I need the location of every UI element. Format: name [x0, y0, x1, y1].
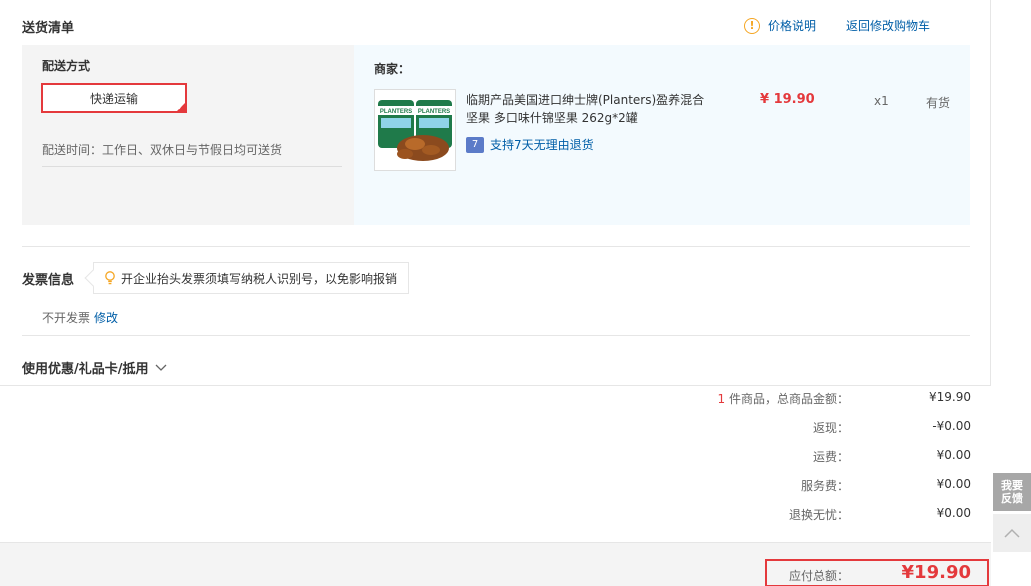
total-payable: 应付总额： ¥19.90: [765, 559, 989, 586]
feedback-label: 我要 反馈: [1001, 479, 1023, 505]
summary-worry-free-value: ¥0.00: [936, 506, 971, 520]
product-image[interactable]: PLANTERS PLANTERS: [374, 89, 456, 171]
chevron-up-icon: [1004, 528, 1020, 538]
summary-worry-free-row: 退换无忧： ¥0.00: [571, 506, 971, 526]
back-to-top-button[interactable]: [993, 514, 1031, 552]
summary-service-row: 服务费： ¥0.00: [571, 477, 971, 497]
section-divider: [22, 335, 970, 336]
goods-label-text: 件商品，总商品金额：: [728, 392, 849, 406]
product-name-link[interactable]: 临期产品美国进口绅士牌(Planters)盈养混合坚果 多口味什锦坚果 262g…: [466, 91, 716, 127]
invoice-tip: 开企业抬头发票须填写纳税人识别号，以免影响报销: [84, 262, 409, 294]
summary-shipping-value: ¥0.00: [936, 448, 971, 462]
summary-goods-row: 1 件商品，总商品金额： ¥19.90: [571, 390, 971, 410]
nut-can-icon: PLANTERS PLANTERS: [378, 100, 452, 161]
feedback-button[interactable]: 我要 反馈: [993, 473, 1031, 511]
shipping-option-express[interactable]: 快递运输 ✓: [41, 83, 187, 113]
product-image-brand: PLANTERS: [380, 109, 412, 115]
invoice-type: 不开发票: [42, 311, 91, 325]
summary-goods-value: ¥19.90: [929, 390, 971, 404]
delivery-header-links: ! 价格说明 返回修改购物车: [743, 17, 930, 34]
coupon-toggle[interactable]: 使用优惠/礼品卡/抵用: [22, 358, 167, 377]
feedback-line-1: 我要: [1001, 479, 1023, 492]
shipping-option-label: 快递运输: [89, 91, 138, 106]
invoice-value: 不开发票 修改: [42, 309, 118, 326]
check-icon: ✓: [177, 103, 184, 112]
total-label: 应付总额：: [789, 569, 850, 583]
seven-day-return-icon: 7: [466, 136, 484, 153]
summary-worry-free-label: 退换无忧：: [788, 508, 849, 522]
invoice-tip-text: 开企业抬头发票须填写纳税人识别号，以免影响报销: [121, 271, 398, 286]
summary-cashback-row: 返现： -¥0.00: [571, 419, 971, 439]
delivery-list-title: 送货清单: [22, 21, 75, 36]
return-policy: 7 支持7天无理由退货: [466, 136, 594, 153]
product-price: ¥ 19.90: [760, 92, 815, 107]
lightbulb-icon: [105, 271, 115, 285]
back-to-cart-link[interactable]: 返回修改购物车: [846, 17, 930, 34]
goods-count: 1: [717, 392, 726, 406]
feedback-line-2: 反馈: [1001, 492, 1023, 505]
invoice-title: 发票信息: [22, 273, 75, 288]
product-section: 商家： PLANTERS PLANTERS 临期产品美国进口绅士牌(Plante…: [354, 45, 970, 225]
return-policy-label: 支持7天无理由退货: [490, 138, 594, 152]
shipping-method-section: 配送方式 快递运输 ✓ 配送时间：工作日、双休日与节假日均可送货: [22, 45, 354, 225]
tip-arrow: [84, 269, 102, 287]
section-divider: [22, 246, 970, 247]
shipping-method-label: 配送方式: [42, 59, 91, 73]
total-value: ¥19.90: [901, 562, 971, 583]
summary-shipping-row: 运费： ¥0.00: [571, 448, 971, 468]
price-note-link[interactable]: 价格说明: [768, 17, 816, 34]
summary-cashback-label: 返现：: [812, 421, 849, 435]
invoice-edit-link[interactable]: 修改: [94, 311, 118, 325]
chevron-down-icon: [155, 364, 166, 371]
order-panel: 送货清单 ! 价格说明 返回修改购物车 配送方式 快递运输 ✓ 配送时间：工作日…: [0, 0, 991, 386]
delivery-box: 配送方式 快递运输 ✓ 配送时间：工作日、双休日与节假日均可送货 商家： PLA…: [22, 45, 970, 225]
info-icon: !: [743, 17, 760, 34]
summary-cashback-value: -¥0.00: [932, 419, 971, 433]
ship-time-text: 配送时间：工作日、双休日与节假日均可送货: [42, 141, 342, 167]
summary-service-value: ¥0.00: [936, 477, 971, 491]
coupon-label: 使用优惠/礼品卡/抵用: [22, 362, 149, 377]
product-quantity: x1: [874, 94, 889, 108]
summary-goods-label: 1 件商品，总商品金额：: [718, 390, 849, 407]
merchant-label: 商家：: [374, 62, 411, 76]
product-stock-status: 有货: [926, 96, 951, 110]
summary-service-label: 服务费：: [800, 479, 849, 493]
total-bar: 应付总额： ¥19.90: [0, 542, 991, 586]
product-image-brand: PLANTERS: [418, 109, 450, 115]
summary-shipping-label: 运费：: [812, 450, 849, 464]
